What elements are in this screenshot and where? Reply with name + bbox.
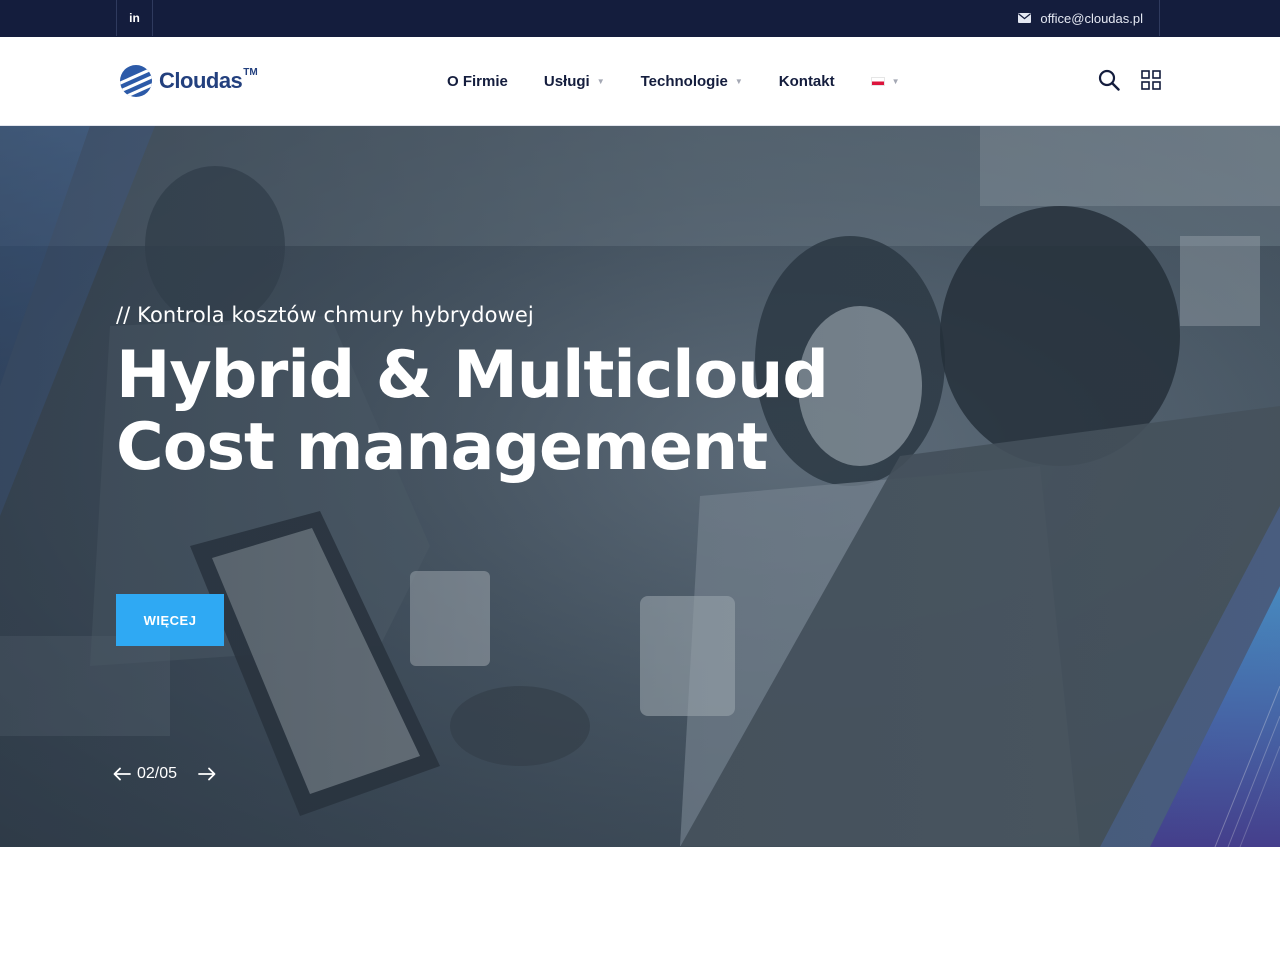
arrow-left-icon xyxy=(113,767,131,781)
language-switcher[interactable]: ▼ xyxy=(870,76,900,86)
prev-slide-button[interactable] xyxy=(112,764,132,784)
hero-subtitle: // Kontrola kosztów chmury hybrydowej xyxy=(116,303,534,327)
logo-text: Cloudas xyxy=(159,68,243,93)
slide-counter: 02/05 xyxy=(137,765,178,782)
nav-item-technologie[interactable]: Technologie ▼ xyxy=(641,73,743,90)
caret-down-icon: ▼ xyxy=(734,76,743,86)
search-icon xyxy=(1098,69,1120,91)
email-link[interactable]: office@cloudas.pl xyxy=(1018,0,1160,36)
nav-item-kontakt[interactable]: Kontakt xyxy=(779,73,835,90)
cloudas-logo-icon xyxy=(120,65,152,97)
linkedin-icon: in xyxy=(129,11,140,25)
next-slide-button[interactable] xyxy=(197,764,217,784)
hero-slider: // Kontrola kosztów chmury hybrydowej Hy… xyxy=(0,126,1280,847)
nav-label: Usługi xyxy=(543,72,590,90)
logo-trademark: TM xyxy=(243,66,258,78)
email-text: office@cloudas.pl xyxy=(1040,10,1143,26)
hero-title-line-2: Cost management xyxy=(116,410,768,485)
slider-pager: 02/05 xyxy=(112,764,217,784)
nav-label: Technologie xyxy=(640,72,728,90)
caret-down-icon: ▼ xyxy=(596,76,605,86)
envelope-icon xyxy=(1018,13,1032,23)
arrow-right-icon xyxy=(198,767,216,781)
header-icons xyxy=(1080,67,1164,93)
nav-item-o-firmie[interactable]: O Firmie xyxy=(447,73,508,90)
search-button[interactable] xyxy=(1096,67,1122,93)
grid-menu-icon xyxy=(1141,70,1161,90)
top-bar: in office@cloudas.pl xyxy=(0,0,1280,37)
hero-title-line-1: Hybrid & Multicloud xyxy=(116,338,829,413)
linkedin-link[interactable]: in xyxy=(116,0,153,36)
poland-flag-icon xyxy=(870,76,885,86)
site-header: Cloudas TM O Firmie Usługi ▼ Technologie… xyxy=(0,37,1280,126)
hero-overlay xyxy=(0,126,1280,847)
caret-down-icon: ▼ xyxy=(891,76,900,86)
logo[interactable]: Cloudas TM xyxy=(118,63,258,99)
hero-title: Hybrid & Multicloud Cost management xyxy=(116,338,829,485)
nav-item-uslugi[interactable]: Usługi ▼ xyxy=(544,73,605,90)
nav-label: Kontakt xyxy=(778,72,835,90)
main-nav: O Firmie Usługi ▼ Technologie ▼ Kontakt … xyxy=(447,37,936,125)
grid-menu-button[interactable] xyxy=(1138,67,1164,93)
nav-label: O Firmie xyxy=(447,72,508,90)
more-button[interactable]: WIĘCEJ xyxy=(116,594,224,646)
